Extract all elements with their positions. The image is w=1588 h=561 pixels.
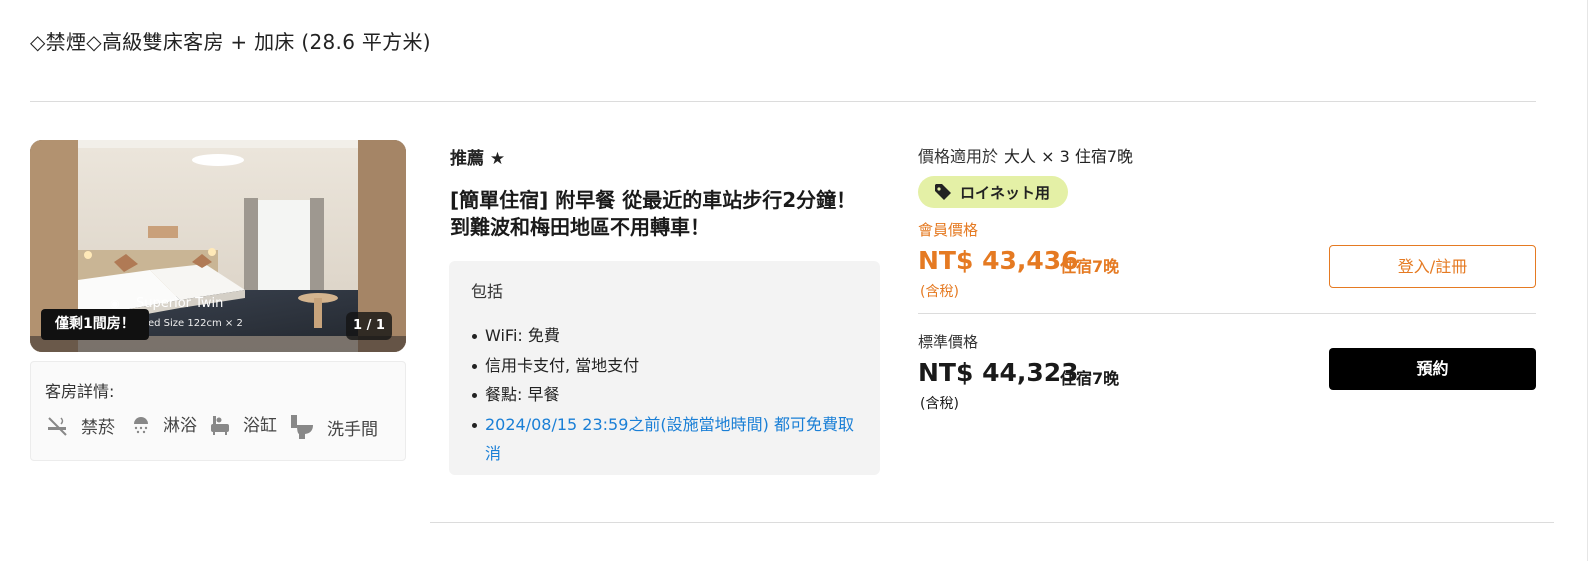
amenity-label: 洗手間 xyxy=(327,419,378,440)
amenity-shower: 淋浴 xyxy=(131,411,197,436)
divider xyxy=(430,522,1554,523)
login-register-button[interactable]: 登入/註冊 xyxy=(1329,245,1536,288)
amenity-label: 浴缸 xyxy=(243,416,277,436)
price-applies-value: 大人 × 3 住宿7晚 xyxy=(1004,147,1134,166)
plan-title[interactable]: [簡單住宿] 附早餐 從最近的車站步行2分鐘！到難波和梅田地區不用轉車！ xyxy=(450,187,860,241)
rooms-left-badge: 僅剩1間房！ xyxy=(41,309,149,340)
member-price-label: 會員價格 xyxy=(918,221,979,239)
room-details: 客房詳情: 禁菸 淋浴 浴缸 洗手間 xyxy=(30,361,406,461)
amenity-label: 淋浴 xyxy=(163,416,197,436)
amenity-label: 禁菸 xyxy=(81,418,115,438)
includes-label: 包括 xyxy=(471,282,504,301)
standard-price-label: 標準價格 xyxy=(918,333,979,351)
bathtub-icon xyxy=(211,415,229,435)
room-card: ◇禁煙◇高級雙床客房 + 加床 (28.6 平方米) ◉ Superior Tw… xyxy=(0,0,1588,561)
divider xyxy=(30,101,1536,102)
room-title: ◇禁煙◇高級雙床客房 + 加床 (28.6 平方米) xyxy=(30,30,431,54)
rate-tag: ロイネット用 xyxy=(918,176,1069,208)
includes-list: WiFi: 免費 信用卡支付, 當地支付 餐點: 早餐 2024/08/15 2… xyxy=(471,321,866,469)
standard-price-tax-note: (含稅) xyxy=(920,396,959,412)
free-cancellation-link[interactable]: 2024/08/15 23:59之前(設施當地時間) 都可免費取消 xyxy=(471,410,866,469)
price-applies-to: 價格適用於 大人 × 3 住宿7晚 xyxy=(918,143,1133,167)
member-price-tax-note: (含稅) xyxy=(920,284,959,300)
list-item: WiFi: 免費 xyxy=(471,321,866,351)
rate-tag-label: ロイネット用 xyxy=(960,183,1051,202)
amenity-toilet: 洗手間 xyxy=(289,413,378,441)
member-price: NT$ 43,436 xyxy=(918,246,1079,275)
amenity-bathtub: 浴缸 xyxy=(209,411,277,436)
photo-caption-sub: ed Size 122cm × 2 xyxy=(148,318,243,329)
price-applies-label: 價格適用於 xyxy=(918,147,999,166)
tag-icon xyxy=(935,184,951,200)
divider xyxy=(918,313,1536,314)
book-button[interactable]: 預約 xyxy=(1329,348,1536,390)
room-details-label: 客房詳情: xyxy=(45,382,115,401)
photo-pager[interactable]: 1 / 1 xyxy=(346,312,392,340)
amenity-no-smoking: 禁菸 xyxy=(45,413,115,438)
photo-caption: Superior Twin xyxy=(136,296,224,311)
no-smoking-icon xyxy=(48,416,67,436)
standard-price: NT$ 44,323 xyxy=(918,358,1079,387)
list-item: 餐點: 早餐 xyxy=(471,380,866,410)
list-item: 信用卡支付, 當地支付 xyxy=(471,351,866,381)
standard-price-nights: 住宿7晚 xyxy=(1060,369,1120,388)
shower-icon xyxy=(134,416,148,433)
includes-box: 包括 WiFi: 免費 信用卡支付, 當地支付 餐點: 早餐 2024/08/1… xyxy=(449,261,880,475)
member-price-nights: 住宿7晚 xyxy=(1060,257,1120,276)
toilet-icon xyxy=(291,415,313,439)
recommended-label: 推薦 ★ xyxy=(450,149,506,169)
